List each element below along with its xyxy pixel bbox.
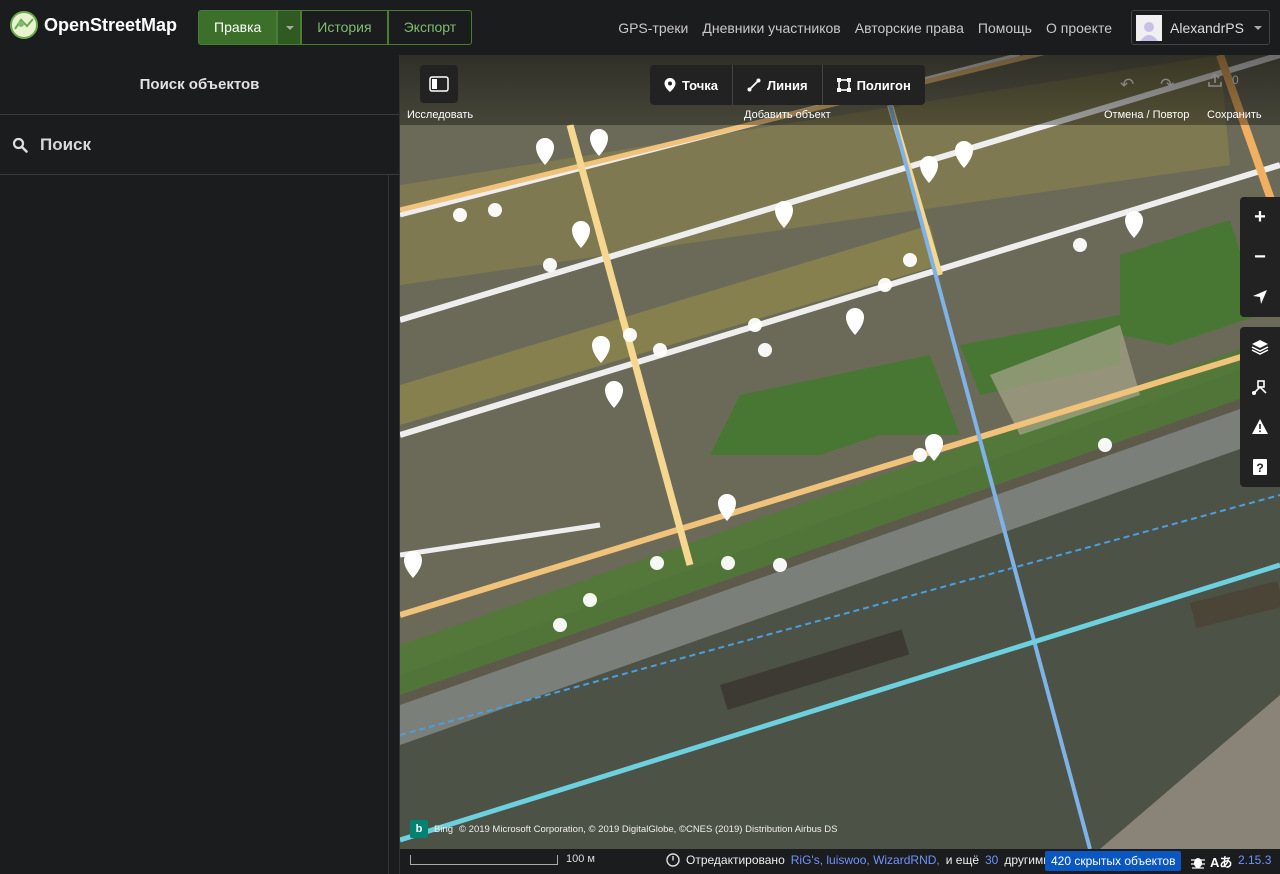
add-line-label: Линия: [767, 77, 808, 93]
version-label[interactable]: 2.15.3: [1238, 853, 1271, 867]
sidebar-title: Поиск объектов: [0, 55, 399, 115]
hidden-features-badge[interactable]: 420 скрытых объектов: [1045, 851, 1182, 871]
background-layers-button[interactable]: [1240, 327, 1280, 367]
issues-button[interactable]: [1240, 407, 1280, 447]
sidebar: Поиск объектов: [0, 55, 400, 874]
bing-logo-icon: b: [410, 820, 428, 838]
svg-text:?: ?: [1256, 461, 1263, 475]
top-navigation-bar: OpenStreetMap Правка История Экспорт GPS…: [0, 0, 1280, 55]
zoom-in-icon: +: [1254, 205, 1266, 228]
add-area-label: Полигон: [856, 77, 911, 93]
bug-icon[interactable]: [1190, 855, 1206, 869]
and-more-label: и ещё: [945, 853, 979, 867]
footer-tools: Aあ: [1190, 852, 1232, 871]
scale-bar[interactable]: [410, 855, 558, 865]
user-avatar-icon: [1140, 21, 1158, 41]
zoom-in-button[interactable]: +: [1240, 197, 1280, 237]
copyright-link[interactable]: Авторские права: [855, 20, 964, 36]
map-footer: 100 м Отредактировано RiG's, luiswoo, Wi…: [400, 849, 1280, 874]
map-data-button[interactable]: [1240, 367, 1280, 407]
sidebar-resizer[interactable]: [388, 175, 389, 874]
header-links: GPS-треки Дневники участников Авторские …: [618, 20, 1112, 36]
map-controls: + −: [1240, 197, 1280, 317]
feature-search-row: [0, 115, 399, 175]
user-diaries-link[interactable]: Дневники участников: [702, 20, 840, 36]
osm-logo[interactable]: OpenStreetMap: [10, 11, 177, 39]
upload-icon: [1208, 73, 1222, 87]
history-mode-button[interactable]: История: [301, 10, 388, 45]
issues-icon: [1252, 419, 1268, 434]
save-count: 0: [1232, 73, 1239, 87]
contributors-links[interactable]: RiG's, luiswoo, WizardRND,: [791, 853, 940, 867]
add-feature-group: Точка Линия Полигон: [650, 65, 925, 105]
user-name: AlexandrPS: [1170, 19, 1244, 36]
contributors-info: Отредактировано RiG's, luiswoo, WizardRN…: [666, 853, 1050, 867]
sidebar-toggle-button[interactable]: [420, 65, 458, 103]
bing-label: Bing: [434, 823, 454, 835]
others-label: другими: [1004, 853, 1050, 867]
export-mode-button[interactable]: Экспорт: [387, 10, 473, 45]
add-feature-label: Добавить объект: [744, 109, 831, 121]
osm-logo-icon: [10, 11, 38, 39]
edit-mode-dropdown-toggle[interactable]: [277, 10, 302, 45]
save-label: Сохранить: [1207, 109, 1262, 121]
map-canvas[interactable]: Исследовать Точка Линия Полигон Добавить…: [400, 55, 1280, 849]
chevron-down-icon: [1253, 25, 1262, 30]
mode-switcher: Правка История Экспорт: [198, 10, 473, 45]
map-panel-controls: ?: [1240, 327, 1280, 487]
history-icon: [666, 853, 680, 867]
sidebar-toggle-icon: [429, 76, 449, 92]
map-data-icon: [1252, 380, 1267, 395]
imagery-attribution: b Bing © 2019 Microsoft Corporation, © 2…: [410, 820, 838, 838]
avatar: [1136, 14, 1162, 41]
geolocate-icon: [1253, 290, 1267, 304]
point-icon: [664, 78, 676, 92]
help-button[interactable]: ?: [1240, 447, 1280, 487]
more-contributors-count[interactable]: 30: [985, 853, 998, 867]
help-link[interactable]: Помощь: [978, 20, 1032, 36]
attribution-text: © 2019 Microsoft Corporation, © 2019 Dig…: [459, 823, 838, 835]
zoom-out-icon: −: [1254, 245, 1266, 268]
undo-icon[interactable]: ↶: [1120, 75, 1134, 95]
help-icon: ?: [1253, 459, 1267, 475]
edit-mode-button[interactable]: Правка: [198, 10, 278, 45]
geolocate-button[interactable]: [1240, 277, 1280, 317]
osm-editor-app: OpenStreetMap Правка История Экспорт GPS…: [0, 0, 1280, 874]
undo-redo-label: Отмена / Повтор: [1104, 109, 1190, 121]
add-point-label: Точка: [682, 77, 719, 93]
add-line-button[interactable]: Линия: [733, 65, 823, 105]
add-area-button[interactable]: Полигон: [823, 65, 925, 105]
layers-icon: [1251, 340, 1269, 355]
feature-search-input[interactable]: [40, 134, 360, 155]
scale-label: 100 м: [566, 853, 595, 865]
polygon-icon: [836, 78, 851, 92]
add-point-button[interactable]: Точка: [650, 65, 734, 105]
gps-traces-link[interactable]: GPS-треки: [618, 20, 688, 36]
explore-label: Исследовать: [407, 109, 474, 121]
logo-text: OpenStreetMap: [44, 14, 178, 35]
edited-by-label: Отредактировано: [686, 853, 785, 867]
language-icon[interactable]: Aあ: [1210, 852, 1232, 871]
user-menu-button[interactable]: AlexandrPS: [1131, 10, 1270, 45]
about-link[interactable]: О проекте: [1046, 20, 1112, 36]
line-icon: [747, 78, 761, 92]
zoom-out-button[interactable]: −: [1240, 237, 1280, 277]
satellite-imagery: [400, 55, 1280, 849]
save-button[interactable]: 0: [1208, 73, 1239, 87]
search-icon: [12, 137, 28, 153]
redo-icon[interactable]: ↷: [1160, 75, 1174, 95]
